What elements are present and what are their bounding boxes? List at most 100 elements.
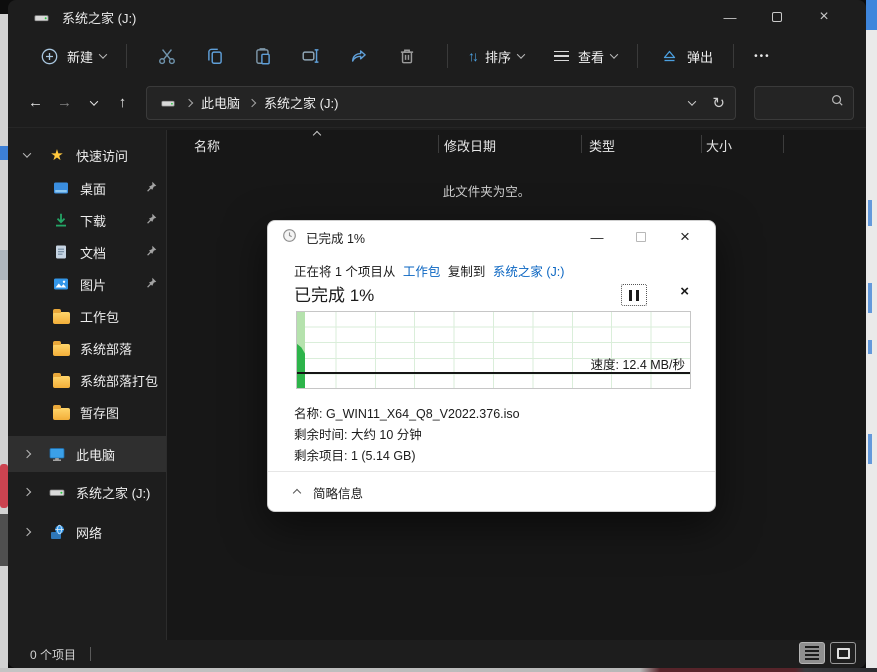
back-button[interactable]: ←: [24, 88, 47, 118]
sidebar-item-folder[interactable]: 系统部落打包: [8, 364, 166, 396]
toolbar-divider: [637, 44, 638, 68]
file-name-line: 名称: G_WIN11_X64_Q8_V2022.376.iso: [294, 404, 520, 425]
cancel-copy-button[interactable]: ×: [680, 283, 689, 300]
background-fragment: [868, 283, 872, 313]
items-remaining-line: 剩余项目: 1 (5.14 GB): [294, 446, 520, 467]
chevron-down-icon[interactable]: [23, 149, 31, 157]
large-icons-view-icon: [837, 648, 850, 659]
rename-button[interactable]: [287, 46, 335, 66]
more-button[interactable]: •••: [750, 51, 775, 62]
speed-graph: 速度: 12.4 MB/秒: [296, 311, 691, 389]
sidebar-item-quick-access[interactable]: ★ 快速访问: [8, 138, 166, 172]
dialog-window-controls: — ×: [589, 227, 705, 247]
window-controls: — ×: [722, 8, 852, 26]
view-lines-icon: [554, 51, 569, 62]
transfer-details: 名称: G_WIN11_X64_Q8_V2022.376.iso 剩余时间: 大…: [294, 404, 520, 467]
search-box[interactable]: [754, 86, 854, 120]
large-icons-view-button[interactable]: [830, 642, 856, 664]
sidebar-item-this-pc[interactable]: 此电脑: [8, 436, 166, 472]
breadcrumb-current-drive[interactable]: 系统之家 (J:): [264, 93, 338, 112]
sort-button[interactable]: ↑↓ 排序: [464, 47, 528, 66]
view-button[interactable]: 查看: [550, 47, 621, 66]
copy-description: 正在将 1 个项目从 工作包 复制到 系统之家 (J:): [294, 261, 568, 280]
column-separator[interactable]: [581, 135, 582, 153]
column-separator[interactable]: [438, 135, 439, 153]
taskbar-sliver: [0, 668, 877, 672]
column-separator[interactable]: [701, 135, 702, 153]
source-folder-link[interactable]: 工作包: [403, 265, 441, 279]
column-header-type[interactable]: 类型: [589, 136, 615, 155]
sidebar-item-desktop[interactable]: 桌面: [8, 172, 166, 204]
sidebar-item-label: 工作包: [80, 307, 119, 326]
toolbar-divider: [733, 44, 734, 68]
address-dropdown-chevron-icon[interactable]: [688, 97, 696, 105]
more-dots-icon: •••: [754, 51, 771, 62]
sidebar-item-folder[interactable]: 系统部落: [8, 332, 166, 364]
paste-button[interactable]: [239, 46, 287, 66]
screen: 系统之家 (J:) — × 新建: [0, 0, 877, 672]
sidebar-item-label: 图片: [80, 275, 106, 294]
sidebar-item-network[interactable]: 网络: [8, 512, 166, 552]
sidebar-item-downloads[interactable]: 下载: [8, 204, 166, 236]
column-headers: 名称 修改日期 类型 大小: [167, 130, 866, 158]
dialog-minimize-button[interactable]: —: [589, 230, 605, 245]
cut-button[interactable]: [143, 46, 191, 66]
close-button[interactable]: ×: [816, 8, 832, 26]
new-button[interactable]: 新建: [34, 45, 110, 67]
dialog-title: 已完成 1%: [306, 228, 365, 247]
scissors-icon: [157, 46, 177, 66]
chevron-down-icon: [99, 50, 107, 58]
recent-locations-button[interactable]: [82, 88, 105, 118]
copy-prefix: 正在将 1 个项目从: [294, 265, 395, 279]
navigation-bar: ← → ↑ 此电脑 系统之家 (J:) ↻: [8, 78, 866, 128]
pin-icon: [144, 180, 158, 197]
dialog-maximize-button[interactable]: [636, 232, 646, 242]
sidebar-item-label: 文档: [80, 243, 106, 262]
title-bar[interactable]: 系统之家 (J:) — ×: [8, 0, 866, 34]
maximize-button[interactable]: [772, 12, 782, 22]
item-count: 0 个项目: [30, 646, 76, 663]
desktop-icon: [52, 179, 70, 197]
eject-button[interactable]: 弹出: [654, 45, 717, 67]
details-view-button[interactable]: [799, 642, 825, 664]
refresh-button[interactable]: ↻: [712, 94, 725, 112]
sidebar-item-documents[interactable]: 文档: [8, 236, 166, 268]
sidebar-item-label: 桌面: [80, 179, 106, 198]
dialog-title-bar[interactable]: 已完成 1% — ×: [268, 221, 715, 253]
rename-icon: [301, 46, 321, 66]
share-button[interactable]: [335, 46, 383, 66]
document-icon: [52, 243, 70, 261]
copy-progress-dialog: 已完成 1% — × 正在将 1 个项目从 工作包 复制到 系统之家 (J:) …: [267, 220, 716, 512]
address-bar[interactable]: 此电脑 系统之家 (J:) ↻: [146, 86, 736, 120]
details-toggle[interactable]: 简略信息: [294, 483, 363, 502]
sidebar-item-folder[interactable]: 工作包: [8, 300, 166, 332]
chevron-right-icon[interactable]: [23, 488, 31, 496]
minimize-button[interactable]: —: [722, 10, 738, 25]
chevron-down-icon: [610, 50, 618, 58]
speed-label: 速度: 12.4 MB/秒: [591, 354, 685, 373]
destination-folder-link[interactable]: 系统之家 (J:): [493, 265, 565, 279]
column-header-date[interactable]: 修改日期: [444, 136, 496, 155]
chevron-right-icon[interactable]: [23, 450, 31, 458]
column-header-size[interactable]: 大小: [706, 136, 732, 155]
forward-button[interactable]: →: [53, 88, 76, 118]
background-window-right-sliver: [866, 0, 877, 672]
up-button[interactable]: ↑: [111, 88, 134, 118]
chevron-right-icon[interactable]: [23, 528, 31, 536]
column-separator[interactable]: [783, 135, 784, 153]
sidebar-item-label: 暂存图: [80, 403, 119, 422]
toolbar-divider: [126, 44, 127, 68]
column-header-name[interactable]: 名称: [194, 136, 220, 155]
view-toggles: [799, 642, 856, 664]
dialog-close-button[interactable]: ×: [677, 227, 693, 247]
delete-button[interactable]: [383, 46, 431, 66]
breadcrumb-this-pc[interactable]: 此电脑: [201, 93, 240, 112]
sidebar-item-drive[interactable]: 系统之家 (J:): [8, 472, 166, 512]
copy-icon: [205, 46, 225, 66]
pause-button[interactable]: [621, 284, 647, 306]
copy-button[interactable]: [191, 46, 239, 66]
new-plus-icon: [38, 45, 60, 67]
search-input[interactable]: [763, 95, 830, 111]
sidebar-item-pictures[interactable]: 图片: [8, 268, 166, 300]
sidebar-item-folder[interactable]: 暂存图: [8, 396, 166, 428]
